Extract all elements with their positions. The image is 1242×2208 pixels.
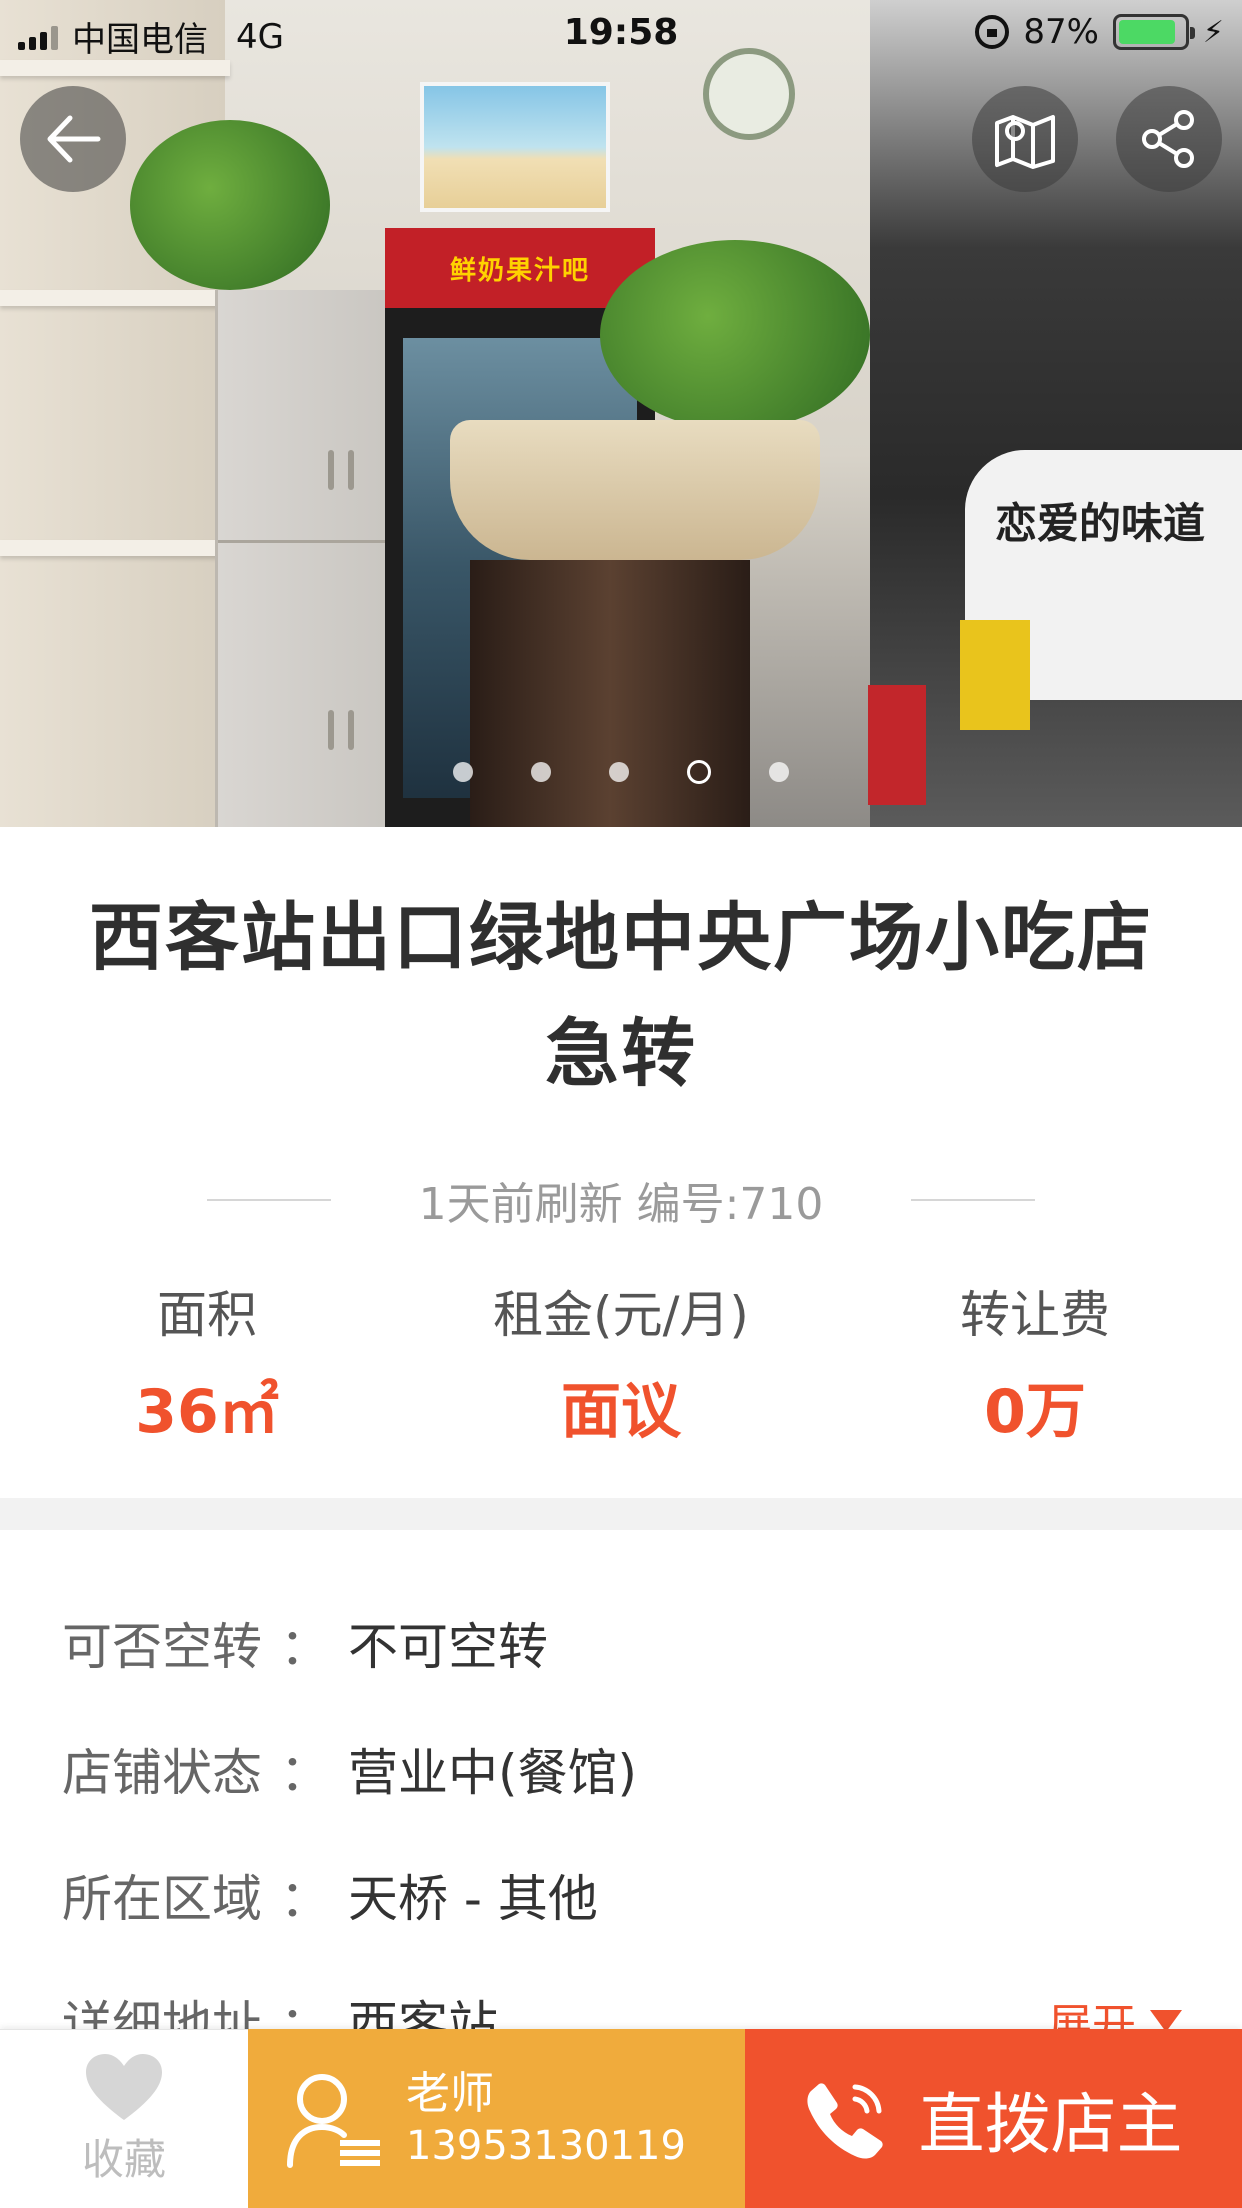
detail-key: 店铺状态 — [62, 1744, 262, 1802]
potted-plant — [600, 240, 870, 430]
potted-plant — [130, 120, 330, 290]
key-stats: 面积 36㎡ 租金(元/月) 面议 转让费 0万 — [0, 1280, 1242, 1452]
shelf-board — [0, 540, 230, 556]
back-arrow-icon — [47, 115, 101, 163]
contact-info[interactable]: 老师 13953130119 — [248, 2029, 745, 2208]
share-icon — [1142, 110, 1194, 168]
detail-key: 所在区域 — [62, 1870, 262, 1928]
detail-separator: ： — [280, 1870, 330, 1928]
divider-line — [206, 1199, 331, 1201]
detail-separator: ： — [280, 1618, 330, 1676]
pagination-dot-active[interactable] — [687, 760, 711, 784]
heart-icon — [86, 2053, 162, 2120]
stat-area: 面积 36㎡ — [0, 1280, 414, 1452]
detail-separator: ： — [280, 1744, 330, 1802]
detail-row: 店铺状态 ： 营业中(餐馆) — [62, 1706, 1182, 1832]
section-divider — [0, 1498, 1242, 1530]
box — [960, 620, 1030, 730]
refresh-and-id: 1天前刷新 编号:710 — [418, 1179, 824, 1230]
listing-meta: 1天前刷新 编号:710 — [0, 1170, 1242, 1230]
gallery-pagination[interactable] — [0, 760, 1242, 784]
battery-percent: 87% — [1023, 12, 1099, 52]
contact-name: 老师 — [406, 2067, 494, 2119]
rotation-lock-icon — [975, 15, 1010, 49]
favorite-label: 收藏 — [81, 2134, 166, 2184]
stat-label: 租金(元/月) — [493, 1286, 749, 1344]
stand — [470, 560, 750, 827]
share-button[interactable] — [1116, 86, 1222, 192]
phone-icon — [806, 2082, 883, 2159]
map-icon — [995, 115, 1055, 169]
favorite-button[interactable]: 收藏 — [0, 2029, 248, 2208]
divider-line — [911, 1199, 1036, 1201]
call-owner-button[interactable]: 直拨店主 — [745, 2029, 1242, 2208]
details-list: 可否空转 ： 不可空转 店铺状态 ： 营业中(餐馆) 所在区域 ： 天桥 - 其… — [62, 1580, 1182, 2084]
pagination-dot[interactable] — [453, 762, 473, 782]
box — [868, 685, 926, 805]
pagination-dot[interactable] — [769, 762, 789, 782]
listing-title: 西客站出口绿地中央广场小吃店急转 — [89, 895, 1153, 1097]
detail-key: 可否空转 — [62, 1618, 262, 1676]
stat-label: 转让费 — [960, 1286, 1110, 1344]
wicker-basket — [450, 420, 820, 560]
detail-value: 不可空转 — [348, 1618, 548, 1676]
contact-phone: 13953130119 — [406, 2122, 686, 2169]
battery-icon — [1112, 14, 1195, 50]
detail-row: 所在区域 ： 天桥 - 其他 — [62, 1832, 1182, 1958]
detail-value: 天桥 - 其他 — [348, 1870, 598, 1928]
stat-value: 0万 — [984, 1377, 1086, 1447]
stat-rent: 租金(元/月) 面议 — [414, 1280, 828, 1452]
cabinet — [215, 290, 405, 827]
map-button[interactable] — [972, 86, 1078, 192]
stat-label: 面积 — [157, 1286, 257, 1344]
bottom-action-bar: 收藏 老师 13953130119 直拨店主 — [0, 2029, 1242, 2208]
pagination-dot[interactable] — [609, 762, 629, 782]
pagination-dot[interactable] — [531, 762, 551, 782]
person-icon — [287, 2073, 380, 2168]
beach-painting — [420, 82, 610, 212]
charging-icon: ⚡ — [1202, 14, 1224, 50]
stat-transfer-fee: 转让费 0万 — [828, 1280, 1242, 1452]
stat-value: 36㎡ — [135, 1377, 279, 1447]
stat-value: 面议 — [561, 1377, 681, 1447]
call-label: 直拨店主 — [918, 2085, 1183, 2163]
shelf-board — [0, 290, 230, 306]
status-bar: 中国电信 4G 19:58 87% ⚡ — [0, 0, 1242, 66]
detail-value: 营业中(餐馆) — [348, 1744, 638, 1802]
back-button[interactable] — [20, 86, 126, 192]
detail-row: 可否空转 ： 不可空转 — [62, 1580, 1182, 1706]
